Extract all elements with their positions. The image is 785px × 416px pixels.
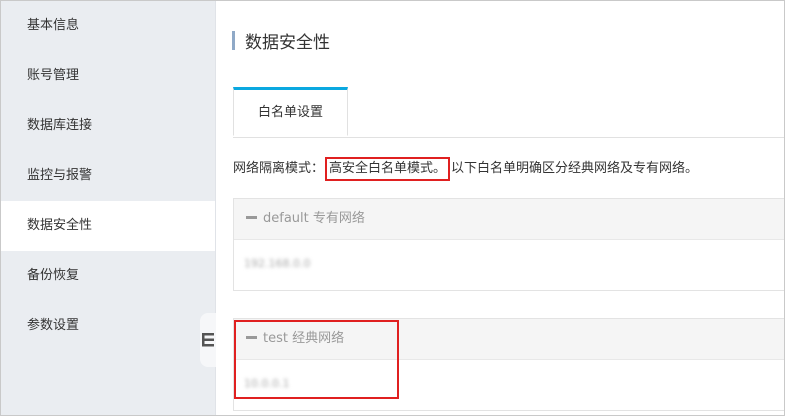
app-window: 基本信息 账号管理 数据库连接 监控与报警 数据安全性 备份恢复 参数设置 数据…	[0, 0, 785, 416]
sidebar-item-label: 监控与报警	[27, 168, 93, 183]
page-header: 数据安全性	[232, 29, 330, 53]
mode-description: 以下白名单明确区分经典网络及专有网络。	[451, 161, 699, 176]
sidebar-item-label: 账号管理	[27, 68, 80, 83]
sidebar-item-monitoring-alerts[interactable]: 监控与报警	[1, 151, 215, 201]
sidebar-collapse-icon	[202, 333, 214, 347]
title-accent-bar	[232, 30, 235, 50]
whitelist-ip: 192.168.0.0	[244, 257, 311, 270]
sidebar-item-label: 基本信息	[27, 18, 80, 33]
sidebar-item-label: 参数设置	[27, 318, 80, 333]
group-network-type: 专有网络	[312, 211, 365, 226]
sidebar-item-label: 数据库连接	[27, 118, 93, 133]
whitelist-group-default: default 专有网络 192.168.0.0	[233, 198, 784, 291]
group-body: 192.168.0.0	[234, 240, 784, 290]
mode-value: 高安全白名单模式。	[325, 157, 451, 181]
network-isolation-mode: 网络隔离模式： 高安全白名单模式。 以下白名单明确区分经典网络及专有网络。	[233, 157, 699, 181]
sidebar-item-data-security[interactable]: 数据安全性	[1, 201, 215, 251]
sidebar-item-account-management[interactable]: 账号管理	[1, 51, 215, 101]
sidebar-item-database-connection[interactable]: 数据库连接	[1, 101, 215, 151]
tab-whitelist-settings[interactable]: 白名单设置	[233, 87, 348, 136]
sidebar-item-label: 数据安全性	[27, 218, 93, 233]
page-title: 数据安全性	[245, 32, 330, 53]
group-name: default	[263, 211, 309, 226]
tab-bar: 白名单设置	[233, 87, 784, 138]
sidebar: 基本信息 账号管理 数据库连接 监控与报警 数据安全性 备份恢复 参数设置	[1, 1, 216, 415]
group-header[interactable]: default 专有网络	[234, 199, 784, 240]
sidebar-item-basic-info[interactable]: 基本信息	[1, 1, 215, 51]
sidebar-item-parameter-settings[interactable]: 参数设置	[1, 301, 215, 351]
sidebar-item-backup-restore[interactable]: 备份恢复	[1, 251, 215, 301]
sidebar-collapse-handle[interactable]	[200, 313, 216, 367]
sidebar-item-label: 备份恢复	[27, 268, 80, 283]
minus-icon[interactable]	[246, 216, 257, 219]
annotation-highlight-box	[234, 320, 399, 399]
mode-label: 网络隔离模式：	[233, 161, 325, 176]
